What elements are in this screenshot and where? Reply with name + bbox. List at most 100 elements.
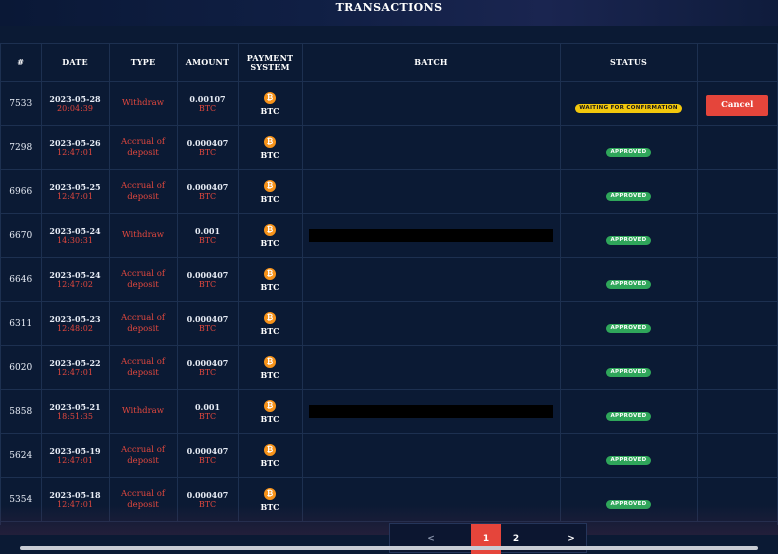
- row-amount: 0.000407: [186, 269, 229, 280]
- type-line1: Accrual of: [121, 268, 165, 279]
- status-badge: APPROVED: [606, 456, 651, 465]
- transactions-table-container: # DATE TYPE AMOUNT PAYMENT SYSTEM BATCH …: [0, 43, 778, 525]
- row-amount-cell: 0.001 BTC: [177, 213, 239, 258]
- row-currency: BTC: [198, 147, 217, 157]
- row-batch-cell: [302, 345, 561, 390]
- status-badge: APPROVED: [606, 500, 651, 509]
- batch-redacted-block: [309, 405, 553, 418]
- row-date-cell: 2023-05-21 18:51:35: [41, 389, 110, 434]
- row-time: 12:47:01: [57, 191, 93, 201]
- row-type-cell: Accrual of deposit: [109, 169, 178, 214]
- row-amount: 0.000407: [186, 445, 229, 456]
- row-amount: 0.000407: [186, 313, 229, 324]
- batch-redacted-block: [309, 229, 553, 242]
- row-date-cell: 2023-05-28 20:04:39: [41, 81, 110, 126]
- row-type-cell: Withdraw: [109, 389, 178, 434]
- type-line2: deposit: [127, 279, 159, 290]
- row-status-cell: APPROVED: [560, 389, 698, 434]
- horizontal-scrollbar[interactable]: [20, 546, 758, 550]
- row-id: 6670: [1, 213, 42, 258]
- status-badge: WAITING FOR CONFIRMATION: [575, 104, 682, 113]
- type-line2: deposit: [127, 191, 159, 202]
- type-line2: deposit: [127, 323, 159, 334]
- payment-header-line2: SYSTEM: [250, 61, 290, 72]
- row-payment-system: BTC: [260, 325, 280, 336]
- row-currency: BTC: [198, 103, 217, 113]
- row-date: 2023-05-28: [49, 93, 101, 104]
- status-badge: APPROVED: [606, 236, 651, 245]
- row-action-cell: [697, 257, 777, 302]
- table-row: 5354 2023-05-18 12:47:01 Accrual of deposit 0…: [1, 477, 777, 522]
- row-date-cell: 2023-05-24 14:30:31: [41, 213, 110, 258]
- bitcoin-icon: ₿: [264, 443, 276, 456]
- row-id: 5858: [1, 389, 42, 434]
- row-date: 2023-05-22: [49, 357, 101, 368]
- row-payment-cell: ₿ BTC: [238, 477, 303, 522]
- row-currency: BTC: [198, 323, 217, 333]
- row-payment-system: BTC: [260, 281, 280, 292]
- table-row: 5858 2023-05-21 18:51:35 Withdraw 0.001 BTC ₿ B…: [1, 389, 777, 434]
- row-status-cell: APPROVED: [560, 477, 698, 522]
- status-badge: APPROVED: [606, 280, 651, 289]
- row-batch-cell: [302, 213, 561, 258]
- row-time: 12:47:01: [57, 367, 93, 377]
- row-id: 6646: [1, 257, 42, 302]
- row-payment-cell: ₿ BTC: [238, 169, 303, 214]
- row-amount-cell: 0.001 BTC: [177, 389, 239, 434]
- row-payment-system: BTC: [260, 193, 280, 204]
- row-payment-system: BTC: [260, 105, 280, 116]
- row-id: 5624: [1, 433, 42, 478]
- row-amount-cell: 0.000407 BTC: [177, 125, 239, 170]
- row-action-cell: [697, 213, 777, 258]
- cancel-button[interactable]: Cancel: [706, 94, 769, 116]
- col-header-payment-system: PAYMENT SYSTEM: [238, 44, 303, 82]
- row-status-cell: APPROVED: [560, 433, 698, 478]
- transactions-table: # DATE TYPE AMOUNT PAYMENT SYSTEM BATCH …: [1, 44, 777, 522]
- table-header-row: # DATE TYPE AMOUNT PAYMENT SYSTEM BATCH …: [1, 44, 777, 82]
- table-row: 6311 2023-05-23 12:48:02 Accrual of deposit 0…: [1, 301, 777, 346]
- row-payment-system: BTC: [260, 457, 280, 468]
- row-currency: BTC: [198, 367, 217, 377]
- table-row: 7533 2023-05-28 20:04:39 Withdraw 0.00107 BTC…: [1, 81, 777, 126]
- row-status-cell: APPROVED: [560, 213, 698, 258]
- row-amount-cell: 0.000407 BTC: [177, 257, 239, 302]
- col-header-amount: AMOUNT: [177, 44, 239, 82]
- table-row: 5624 2023-05-19 12:47:01 Accrual of deposit 0…: [1, 433, 777, 478]
- table-row: 6966 2023-05-25 12:47:01 Accrual of deposit 0…: [1, 169, 777, 214]
- row-batch-cell: [302, 81, 561, 126]
- row-payment-cell: ₿ BTC: [238, 301, 303, 346]
- page-title: TRANSACTIONS: [335, 1, 443, 14]
- col-header-type: TYPE: [109, 44, 178, 82]
- row-amount-cell: 0.00107 BTC: [177, 81, 239, 126]
- bitcoin-icon: ₿: [264, 311, 276, 324]
- row-amount-cell: 0.000407 BTC: [177, 301, 239, 346]
- row-status-cell: APPROVED: [560, 125, 698, 170]
- row-date-cell: 2023-05-24 12:47:02: [41, 257, 110, 302]
- table-row: 7298 2023-05-26 12:47:01 Accrual of deposit 0…: [1, 125, 777, 170]
- col-header-status: STATUS: [560, 44, 698, 82]
- col-header-date: DATE: [41, 44, 110, 82]
- bitcoin-icon: ₿: [264, 487, 276, 500]
- row-time: 20:04:39: [57, 103, 93, 113]
- row-action-cell: Cancel: [697, 81, 777, 126]
- row-action-cell: [697, 389, 777, 434]
- type-line1: Accrual of: [121, 356, 165, 367]
- row-date-cell: 2023-05-18 12:47:01: [41, 477, 110, 522]
- bitcoin-icon: ₿: [264, 135, 276, 148]
- row-action-cell: [697, 169, 777, 214]
- row-time: 12:48:02: [57, 323, 93, 333]
- row-status-cell: APPROVED: [560, 301, 698, 346]
- row-amount-cell: 0.000407 BTC: [177, 169, 239, 214]
- bitcoin-icon: ₿: [264, 179, 276, 192]
- bitcoin-icon: ₿: [264, 399, 276, 412]
- row-date: 2023-05-24: [49, 225, 101, 236]
- table-row: 6670 2023-05-24 14:30:31 Withdraw 0.001 BTC ₿ B…: [1, 213, 777, 258]
- row-date: 2023-05-24: [49, 269, 101, 280]
- row-date: 2023-05-26: [49, 137, 101, 148]
- row-payment-system: BTC: [260, 413, 280, 424]
- row-batch-cell: [302, 169, 561, 214]
- row-batch-cell: [302, 433, 561, 478]
- row-type-cell: Withdraw: [109, 213, 178, 258]
- bitcoin-icon: ₿: [264, 223, 276, 236]
- row-status-cell: APPROVED: [560, 169, 698, 214]
